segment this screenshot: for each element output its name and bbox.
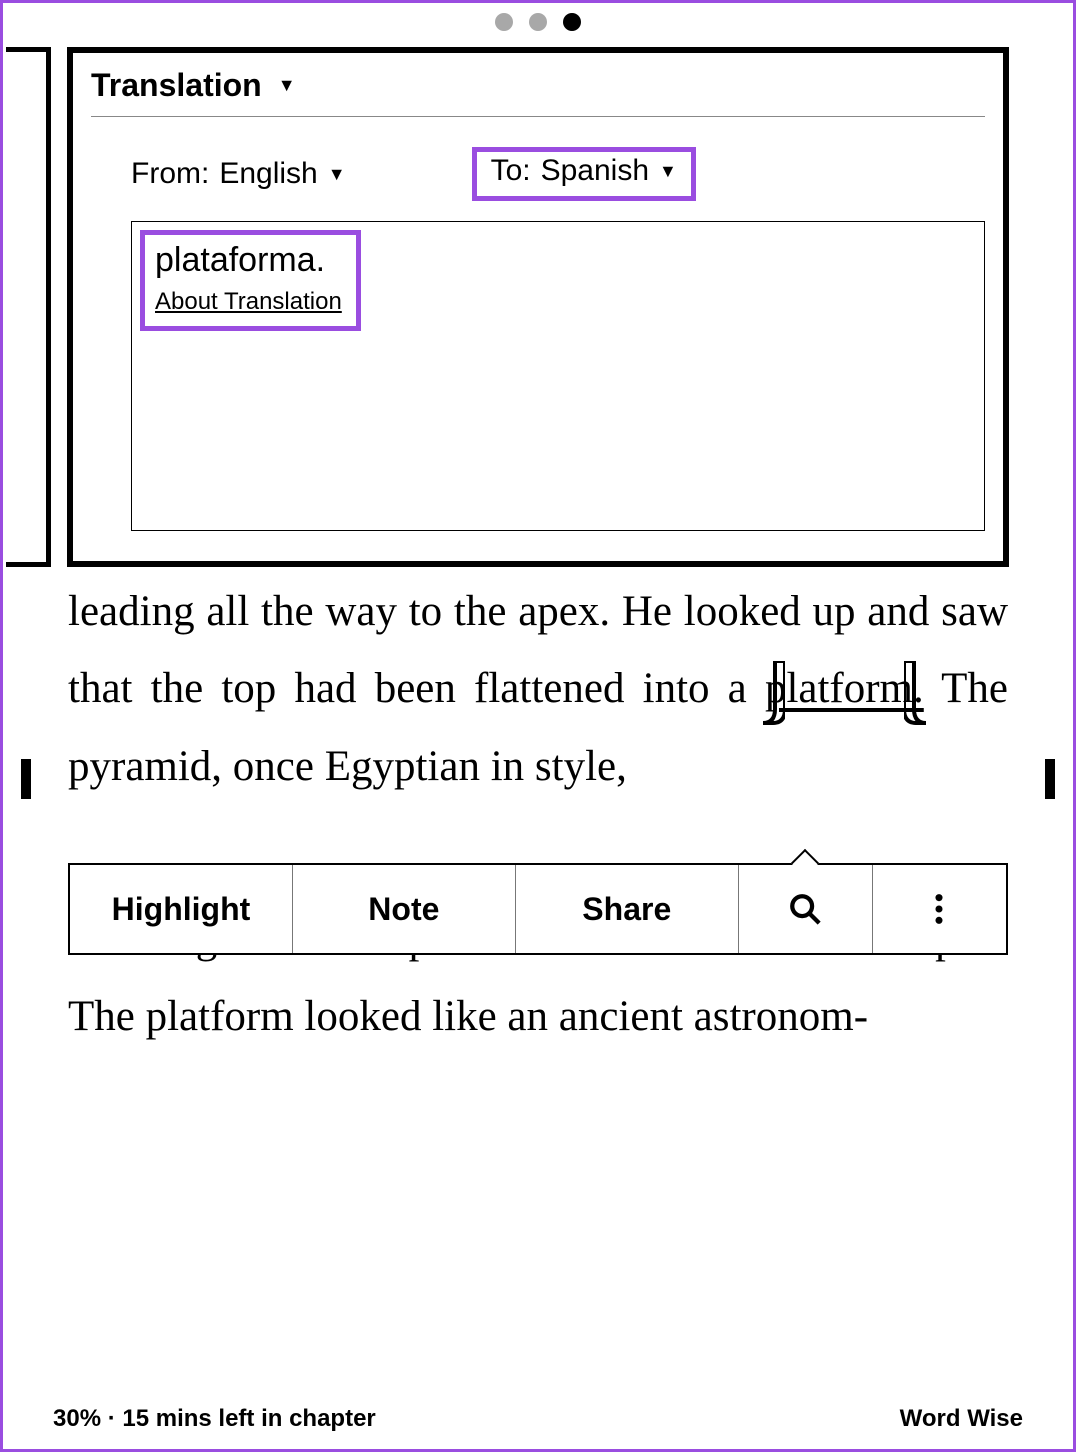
about-translation-link[interactable]: About Translation [155, 288, 342, 316]
wordwise-toggle[interactable]: Word Wise [900, 1405, 1023, 1433]
footer-bar: 30% · 15 mins left in chapter Word Wise [53, 1405, 1023, 1433]
reading-progress[interactable]: 30% · 15 mins left in chapter [53, 1405, 376, 1433]
previous-card-edge[interactable] [6, 47, 51, 567]
pagination-dots[interactable] [495, 13, 581, 31]
chevron-down-icon: ▼ [278, 75, 296, 96]
selected-text[interactable]: platform. [765, 665, 924, 712]
from-language: English [219, 157, 317, 191]
translation-header-dropdown[interactable]: Translation ▼ [91, 67, 985, 117]
to-language: Spanish [541, 154, 649, 188]
search-button[interactable] [739, 865, 873, 953]
page-dot-2[interactable] [529, 13, 547, 31]
from-label: From: [131, 157, 209, 191]
share-button[interactable]: Share [516, 865, 739, 953]
chevron-down-icon: ▼ [328, 164, 346, 185]
selection-handle-left-icon[interactable] [761, 661, 785, 731]
search-icon [788, 892, 822, 926]
chevron-down-icon: ▼ [659, 161, 677, 182]
paragraph-1[interactable]: leading all the way to the apex. He look… [68, 573, 1008, 805]
to-label: To: [491, 154, 531, 188]
page-dot-3[interactable] [563, 13, 581, 31]
translation-card: Translation ▼ From: English ▼ To: Spanis… [67, 47, 1009, 567]
translated-text: plataforma. [155, 241, 342, 280]
book-content[interactable]: leading all the way to the apex. He look… [68, 573, 1008, 1055]
page-dot-1[interactable] [495, 13, 513, 31]
more-options-button[interactable] [873, 865, 1006, 953]
translation-result-box: plataforma. About Translation [131, 221, 985, 531]
to-language-select[interactable]: To: Spanish ▼ [491, 154, 677, 188]
from-language-select[interactable]: From: English ▼ [131, 157, 346, 191]
highlight-button[interactable]: Highlight [70, 865, 293, 953]
selection-handle-right-icon[interactable] [904, 661, 928, 731]
text-selection-side-handle-right[interactable] [1045, 759, 1055, 799]
text-selection-side-handle-left[interactable] [21, 759, 31, 799]
translation-header-label: Translation [91, 67, 262, 104]
more-vertical-icon [922, 892, 956, 926]
note-button[interactable]: Note [293, 865, 516, 953]
selection-toolbar: Highlight Note Share [68, 863, 1008, 955]
